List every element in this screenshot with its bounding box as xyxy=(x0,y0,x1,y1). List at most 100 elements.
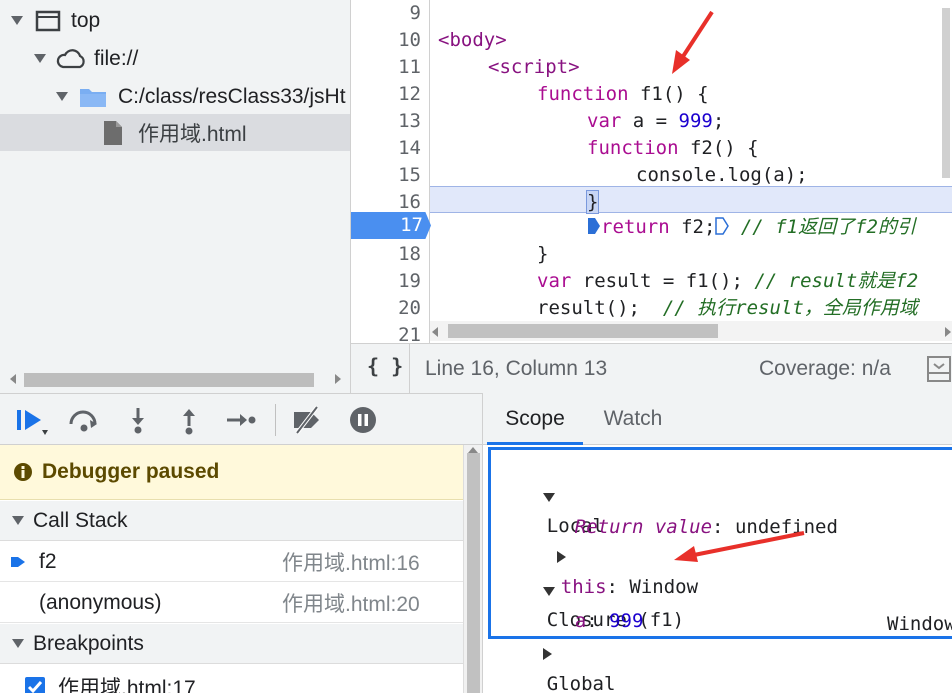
editor-status-bar: { } Line 16, Column 13 Coverage: n/a xyxy=(350,343,952,394)
scrollbar-thumb[interactable] xyxy=(24,373,314,387)
frame-location[interactable]: 作用域.html:20 xyxy=(282,588,420,618)
line-number[interactable]: 11 xyxy=(351,54,429,81)
line-number[interactable]: 13 xyxy=(351,108,429,135)
file-icon xyxy=(104,120,122,145)
collapse-triangle-icon[interactable] xyxy=(12,516,24,525)
number-literal: 999 xyxy=(678,110,713,132)
editor-vertical-scrollbar[interactable] xyxy=(942,8,950,178)
tree-item-origin[interactable]: file:// xyxy=(0,40,350,77)
scope-property-row[interactable]: this: Window xyxy=(511,512,698,598)
scroll-right-icon[interactable] xyxy=(945,327,951,337)
scope-global-row[interactable]: Global xyxy=(497,609,615,693)
editor-horizontal-scrollbar[interactable] xyxy=(430,321,952,341)
tree-item-top[interactable]: top xyxy=(0,2,350,39)
frame-function-name: (anonymous) xyxy=(39,590,162,614)
scope-local-row[interactable]: Local xyxy=(497,451,604,537)
paused-message: Debugger paused xyxy=(42,460,220,483)
resume-icon[interactable] xyxy=(14,404,48,436)
code-line-20: result(); // 执行result，全局作用域 xyxy=(537,295,918,322)
code-line-12: function f1() { xyxy=(537,81,709,108)
scroll-right-icon[interactable] xyxy=(335,374,341,384)
line-number[interactable]: 18 xyxy=(351,241,429,268)
code-text: result = f1(); xyxy=(571,270,743,292)
code-editor[interactable]: 9 10 11 12 13 14 15 16 17 18 19 20 21 <b… xyxy=(350,0,952,343)
deactivate-breakpoints-icon[interactable] xyxy=(291,404,325,436)
tree-item-folder[interactable]: C:/class/resClass33/jsHt xyxy=(0,78,350,115)
breakpoints-header[interactable]: Breakpoints xyxy=(0,624,463,664)
code-comment: // 执行result，全局作用域 xyxy=(639,297,918,319)
code-text: f1() { xyxy=(628,83,709,105)
divider xyxy=(275,404,276,436)
sidebar-vertical-scrollbar[interactable] xyxy=(463,445,482,693)
expand-triangle-icon[interactable] xyxy=(11,16,23,25)
scrollbar-thumb[interactable] xyxy=(448,324,718,338)
keyword: return xyxy=(601,216,670,238)
scope-closure-row[interactable]: Closure (f1) xyxy=(497,545,684,631)
scroll-left-icon[interactable] xyxy=(432,327,438,337)
keyword: var xyxy=(537,270,572,292)
expand-triangle-icon[interactable] xyxy=(56,92,68,101)
expand-triangle-icon[interactable] xyxy=(542,648,552,660)
line-number-gutter: 9 10 11 12 13 14 15 16 17 18 19 20 21 xyxy=(351,0,431,343)
info-icon xyxy=(14,463,32,481)
current-line-highlight xyxy=(430,186,952,213)
divider xyxy=(409,344,410,394)
line-number[interactable]: 10 xyxy=(351,27,429,54)
line-number[interactable]: 19 xyxy=(351,268,429,295)
property-separator: : xyxy=(712,516,735,538)
debugger-toolbar xyxy=(0,393,482,445)
code-line-14: function f2() { xyxy=(587,135,759,162)
line-number[interactable]: 16 xyxy=(351,189,429,216)
file-tree-panel: top file:// C:/class/resClass33/jsHt 作用域… xyxy=(0,0,350,393)
inline-breakpoint-icon[interactable] xyxy=(715,217,730,235)
frame-function-name: f2 xyxy=(39,549,57,573)
code-text: f2() { xyxy=(678,137,759,159)
step-over-icon[interactable] xyxy=(67,404,101,436)
scope-property-row[interactable]: a: 999 xyxy=(529,576,644,632)
html-tag: <body> xyxy=(438,29,507,51)
step-icon[interactable] xyxy=(223,404,257,436)
line-number[interactable]: 12 xyxy=(351,81,429,108)
code-line-19: var result = f1(); // result就是f2 xyxy=(537,268,918,295)
scrollbar-thumb[interactable] xyxy=(467,453,480,693)
code-line-15: console.log(a); xyxy=(636,162,808,189)
expand-triangle-icon[interactable] xyxy=(34,54,46,63)
line-number[interactable]: 21 xyxy=(351,322,429,343)
call-frame-row[interactable]: f2 作用域.html:16 xyxy=(0,542,463,582)
code-line-13: var a = 999; xyxy=(587,108,724,135)
tree-item-label: top xyxy=(71,8,101,32)
tree-item-label: C:/class/resClass33/jsHt xyxy=(118,84,346,108)
coverage-status[interactable]: Coverage: n/a xyxy=(759,357,891,381)
call-stack-header[interactable]: Call Stack xyxy=(0,501,463,541)
line-number[interactable]: 15 xyxy=(351,162,429,189)
toggle-drawer-icon[interactable] xyxy=(927,356,951,382)
debugger-sidebar: Debugger paused Call Stack f2 作用域.html:1… xyxy=(0,445,463,693)
section-title: Call Stack xyxy=(33,508,128,532)
collapse-triangle-icon[interactable] xyxy=(12,639,24,648)
step-out-icon[interactable] xyxy=(172,404,206,436)
line-number[interactable]: 20 xyxy=(351,295,429,322)
breakpoint-marker[interactable]: 17 xyxy=(351,212,431,239)
frame-location[interactable]: 作用域.html:16 xyxy=(282,547,420,577)
tab-watch[interactable]: Watch xyxy=(587,393,679,445)
scope-property-row[interactable]: Return value: undefined xyxy=(529,482,838,538)
line-number[interactable]: 14 xyxy=(351,135,429,162)
code-text: } xyxy=(585,190,600,214)
code-line-10: <body> xyxy=(438,27,507,54)
breakpoint-row[interactable]: 作用域.html:17 xyxy=(0,667,463,693)
step-into-icon[interactable] xyxy=(121,404,155,436)
code-text: f2; xyxy=(669,216,716,238)
line-number[interactable]: 9 xyxy=(351,0,429,27)
global-value: Window xyxy=(887,613,952,635)
pretty-print-icon[interactable]: { } xyxy=(367,354,403,378)
keyword: var xyxy=(587,110,622,132)
code-text: result(); xyxy=(537,297,640,319)
scroll-left-icon[interactable] xyxy=(10,374,16,384)
tab-scope[interactable]: Scope xyxy=(487,393,583,445)
tree-item-file[interactable]: 作用域.html xyxy=(0,114,350,151)
code-line-17: return f2; // f1返回了f2的引 xyxy=(587,214,916,241)
tree-horizontal-scrollbar[interactable] xyxy=(8,368,343,388)
pause-on-exceptions-icon[interactable] xyxy=(346,404,380,436)
breakpoint-checkbox[interactable] xyxy=(24,676,46,693)
call-frame-row[interactable]: (anonymous) 作用域.html:20 xyxy=(0,583,463,623)
